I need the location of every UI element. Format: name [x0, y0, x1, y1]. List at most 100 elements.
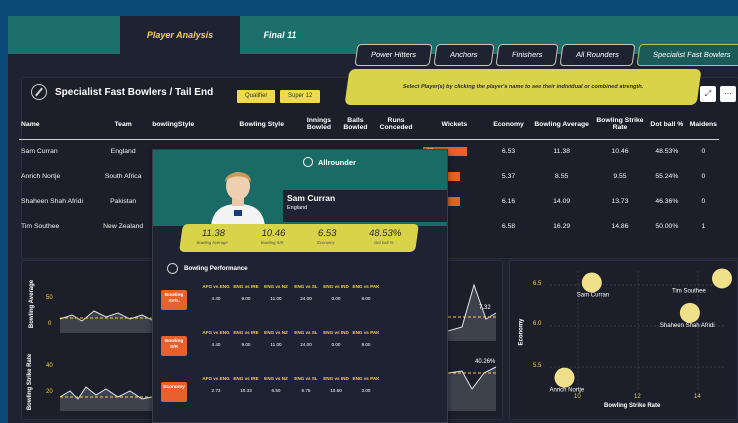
cell-bowling-average: 8.55 [555, 173, 569, 180]
col-balls-bowled[interactable]: Balls Bowled [339, 110, 372, 140]
card-header: Specialist Fast Bowlers / Tail End [31, 84, 213, 100]
metric-value: 11.00 [270, 296, 282, 301]
metric-value: 9.00 [241, 296, 251, 301]
cell-bowling-average: 11.38 [553, 148, 570, 156]
scatter-point[interactable] [581, 272, 602, 293]
scatter-point[interactable] [712, 268, 732, 289]
cell-strike-rate: 9.55 [613, 173, 627, 180]
col-dot-ball-pct[interactable]: Dot ball % [646, 110, 688, 140]
tab-final-11[interactable]: Final 11 [240, 16, 320, 54]
cell-bowling-average: 14.09 [553, 198, 571, 205]
metric-columns: AFG vs ENG 4.40 ENG vs IRE 9.00 ENG vs NZ 11.… [201, 284, 381, 301]
opponent-label: AFG vs ENG [202, 284, 230, 289]
cell-bowling-average: 16.29 [553, 223, 571, 230]
player-name: Sam Curran [287, 193, 336, 203]
scatter-panel: Economy Bowling Strike Rate 6.5 6.0 5.5 … [509, 260, 738, 420]
col-team[interactable]: Team [96, 110, 151, 140]
scatter-plot: Sam Curran Tim Southee Shaheen Shah Afridi… [550, 268, 732, 394]
metric-label: Bowling AVG. [161, 290, 187, 310]
tooltip-stats: 11.38 Bowling Average 10.46 Bowling S/R 6.… [179, 224, 419, 252]
metric-column: ENG vs NZ 11.00 [261, 330, 291, 347]
scatter-point[interactable] [554, 367, 575, 388]
col-bowling-average[interactable]: Bowling Average [529, 110, 594, 140]
metric-value: 24.00 [300, 296, 312, 301]
cell-team: South Africa [104, 173, 142, 180]
player-tooltip: Allrounder Sam Curran England 11.38 Bowli… [152, 149, 448, 423]
cell-player-name[interactable]: Anrich Nortje [19, 164, 96, 189]
cell-strike-rate: 13.73 [611, 198, 629, 205]
col-bowling-strike-rate[interactable]: Bowling Strike Rate [593, 110, 647, 140]
tab-player-analysis[interactable]: Player Analysis [120, 16, 240, 54]
opponent-label: ENG vs IND [323, 376, 349, 381]
table-header-row: Name Team bowlingStyle Bowling Style Inn… [19, 110, 719, 140]
selection-hint-banner: Select Player(s) by clicking the player'… [344, 69, 702, 105]
col-bowling-style[interactable]: Bowling Style [225, 110, 299, 140]
cell-dot-ball: 48.53% [655, 148, 679, 156]
cell-dot-ball: 50.00% [655, 223, 679, 230]
opponent-label: ENG vs IND [323, 284, 349, 289]
metric-column: ENG vs SL 24.00 [291, 330, 321, 347]
cell-player-name[interactable]: Sam Curran [19, 139, 96, 164]
metric-column: AFG vs ENG 4.40 [201, 284, 231, 301]
metric-column: ENG vs IRE 10.33 [231, 376, 261, 393]
cell-player-name[interactable]: Tim Southee [19, 214, 96, 239]
cell-economy: 6.58 [501, 223, 516, 230]
col-wickets[interactable]: Wickets [421, 110, 488, 140]
metric-value: 8.00 [361, 296, 371, 301]
filter-power-hitters[interactable]: Power Hitters [354, 44, 433, 66]
metric-column: AFG vs ENG 2.73 [201, 376, 231, 393]
cell-player-name[interactable]: Shaheen Shah Afridi [19, 189, 96, 214]
stat-bowling-sr: 10.46 Bowling S/R [260, 228, 287, 245]
filter-anchors[interactable]: Anchors [433, 44, 495, 66]
ball-icon [167, 263, 178, 274]
col-innings-bowled[interactable]: Innings Bowled [298, 110, 340, 140]
metric-label: Economy [161, 382, 187, 402]
opponent-label: ENG vs PAK [352, 376, 380, 381]
cell-dot-ball: 55.24% [655, 173, 679, 180]
opponent-label: ENG vs SL [294, 376, 318, 381]
col-economy[interactable]: Economy [487, 110, 530, 140]
expand-icon[interactable]: ⤢ [700, 86, 716, 102]
metric-column: ENG vs PAK 8.00 [351, 330, 381, 347]
filter-all-rounders[interactable]: All Rounders [559, 44, 636, 66]
opponent-label: ENG vs SL [294, 330, 318, 335]
metric-value: 6.50 [271, 388, 281, 393]
cell-strike-rate: 10.46 [611, 148, 629, 156]
player-team: England [287, 205, 308, 211]
opponent-label: ENG vs IRE [233, 376, 259, 381]
metric-column: ENG vs PAK 3.00 [351, 376, 381, 393]
metric-column: ENG vs NZ 11.00 [261, 284, 291, 301]
opponent-label: ENG vs IRE [233, 284, 259, 289]
more-options-icon[interactable]: ⋯ [720, 86, 736, 102]
qualifier-chip[interactable]: Qualifier [237, 90, 276, 103]
col-bowlingstyle[interactable]: bowlingStyle [150, 110, 226, 140]
metric-value: 10.50 [330, 388, 342, 393]
metric-column: ENG vs PAK 8.00 [351, 284, 381, 301]
metric-value: 4.40 [211, 296, 221, 301]
col-name[interactable]: Name [19, 110, 97, 140]
metric-column: ENG vs SL 24.00 [291, 284, 321, 301]
opponent-label: ENG vs NZ [264, 284, 288, 289]
metric-value: 8.00 [361, 342, 371, 347]
metric-value: 6.75 [301, 388, 311, 393]
metric-value: 11.00 [270, 342, 282, 347]
opponent-label: ENG vs PAK [352, 284, 380, 289]
metric-column: ENG vs IND 10.50 [321, 376, 351, 393]
filter-specialist-fast-bowlers[interactable]: Specialist Fast Bowlers [636, 44, 738, 66]
opponent-label: ENG vs IRE [233, 330, 259, 335]
ball-icon [303, 157, 313, 167]
metric-value: 0.00 [331, 296, 341, 301]
bowling-performance-title: Bowling Performance [167, 263, 248, 274]
filter-finishers[interactable]: Finishers [494, 44, 559, 66]
metric-column: ENG vs SL 6.75 [291, 376, 321, 393]
metric-columns: AFG vs ENG 2.73 ENG vs IRE 10.33 ENG vs NZ 6.… [201, 376, 381, 393]
col-runs-conceded[interactable]: Runs Conceded [371, 110, 422, 140]
opponent-label: ENG vs IND [323, 330, 349, 335]
cell-maidens: 0 [701, 198, 706, 205]
super-12-chip[interactable]: Super 12 [280, 90, 321, 103]
scatter-point[interactable] [679, 302, 700, 323]
avg-end-value: 7.32 [479, 305, 491, 311]
opponent-label: ENG vs PAK [352, 330, 380, 335]
card-tools: ⤢ ⋯ [700, 86, 736, 102]
col-maidens[interactable]: Maidens [687, 110, 719, 140]
